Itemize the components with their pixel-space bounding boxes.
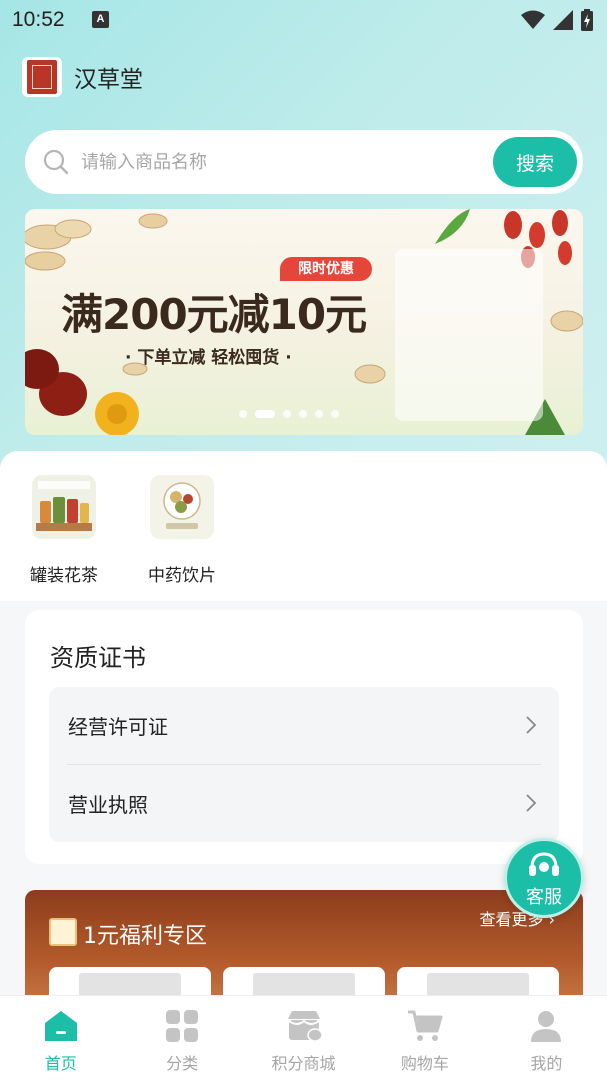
welfare-title: 1元福利专区 [83, 924, 207, 949]
chevron-right-icon [526, 794, 537, 812]
tab-profile[interactable]: 我的 [486, 996, 607, 1080]
tab-home[interactable]: 首页 [0, 996, 121, 1080]
category-icon [166, 1010, 199, 1042]
welfare-icon [49, 918, 77, 946]
system-icons [521, 9, 593, 31]
tab-category[interactable]: 分类 [121, 996, 242, 1080]
cart-icon [407, 1010, 443, 1041]
app-logo [22, 57, 62, 97]
certificates-list: 经营许可证 营业执照 [49, 687, 559, 842]
banner-dot-active[interactable] [255, 410, 275, 418]
certificates-title: 资质证书 [50, 644, 146, 672]
banner-dot[interactable] [331, 410, 339, 418]
customer-service-label: 客服 [526, 887, 562, 908]
banner-badge: 限时优惠 [280, 257, 372, 281]
certificates-card: 资质证书 经营许可证 营业执照 [25, 610, 583, 864]
banner-dot[interactable] [315, 410, 323, 418]
notification-icon: A [92, 11, 109, 28]
cert-item-operating-license[interactable]: 营业执照 [67, 764, 541, 841]
user-icon [531, 1011, 562, 1042]
category-herbal-pieces-image [150, 475, 214, 539]
home-icon [44, 1011, 77, 1041]
banner-pagination [239, 410, 339, 418]
category-jar-tea[interactable]: 罐装花茶 [19, 475, 109, 586]
tab-label: 购物车 [400, 1054, 449, 1073]
search-bar: 搜索 [25, 130, 583, 194]
cert-item-label: 营业执照 [68, 792, 148, 817]
banner-dot[interactable] [239, 410, 247, 418]
customer-service-button[interactable]: 客服 [504, 838, 584, 918]
search-icon [43, 149, 69, 175]
banner-subline: · 下单立减 轻松囤货 · [125, 348, 292, 368]
category-herbal-pieces[interactable]: 中药饮片 [137, 475, 227, 586]
headset-icon [529, 852, 559, 876]
signal-icon [553, 10, 573, 30]
bottom-tab-bar: 首页 分类 积分商城 购物车 我的 [0, 995, 607, 1080]
tab-label: 首页 [44, 1054, 77, 1073]
category-label: 罐装花茶 [30, 566, 98, 586]
banner-dot[interactable] [283, 410, 291, 418]
wifi-icon [521, 10, 545, 29]
cert-item-label: 经营许可证 [68, 715, 168, 739]
banner-panel [395, 249, 543, 421]
banner-dot[interactable] [299, 410, 307, 418]
search-input[interactable] [81, 144, 481, 180]
cert-item-business-license[interactable]: 经营许可证 [49, 687, 559, 764]
chevron-right-icon [526, 716, 537, 734]
tab-points-mall[interactable]: 积分商城 [243, 996, 364, 1080]
points-mall-icon [287, 1011, 323, 1042]
tab-cart[interactable]: 购物车 [364, 996, 485, 1080]
search-button[interactable]: 搜索 [493, 137, 577, 187]
battery-icon [581, 9, 593, 31]
app-title: 汉草堂 [74, 67, 143, 93]
status-bar: 10:52 A [0, 0, 607, 42]
banner-headline: 满200元减10元 [61, 290, 367, 339]
tab-label: 分类 [166, 1054, 199, 1073]
status-time: 10:52 [12, 8, 65, 31]
tab-label: 我的 [530, 1054, 563, 1073]
promo-banner[interactable]: 限时优惠 满200元减10元 · 下单立减 轻松囤货 · [25, 209, 583, 435]
tab-label: 积分商城 [271, 1054, 336, 1073]
category-label: 中药饮片 [148, 566, 216, 586]
category-jar-tea-image [32, 475, 96, 539]
welfare-section: 1元福利专区 查看更多 › [25, 890, 583, 1010]
app-header: 汉草堂 [22, 57, 143, 97]
